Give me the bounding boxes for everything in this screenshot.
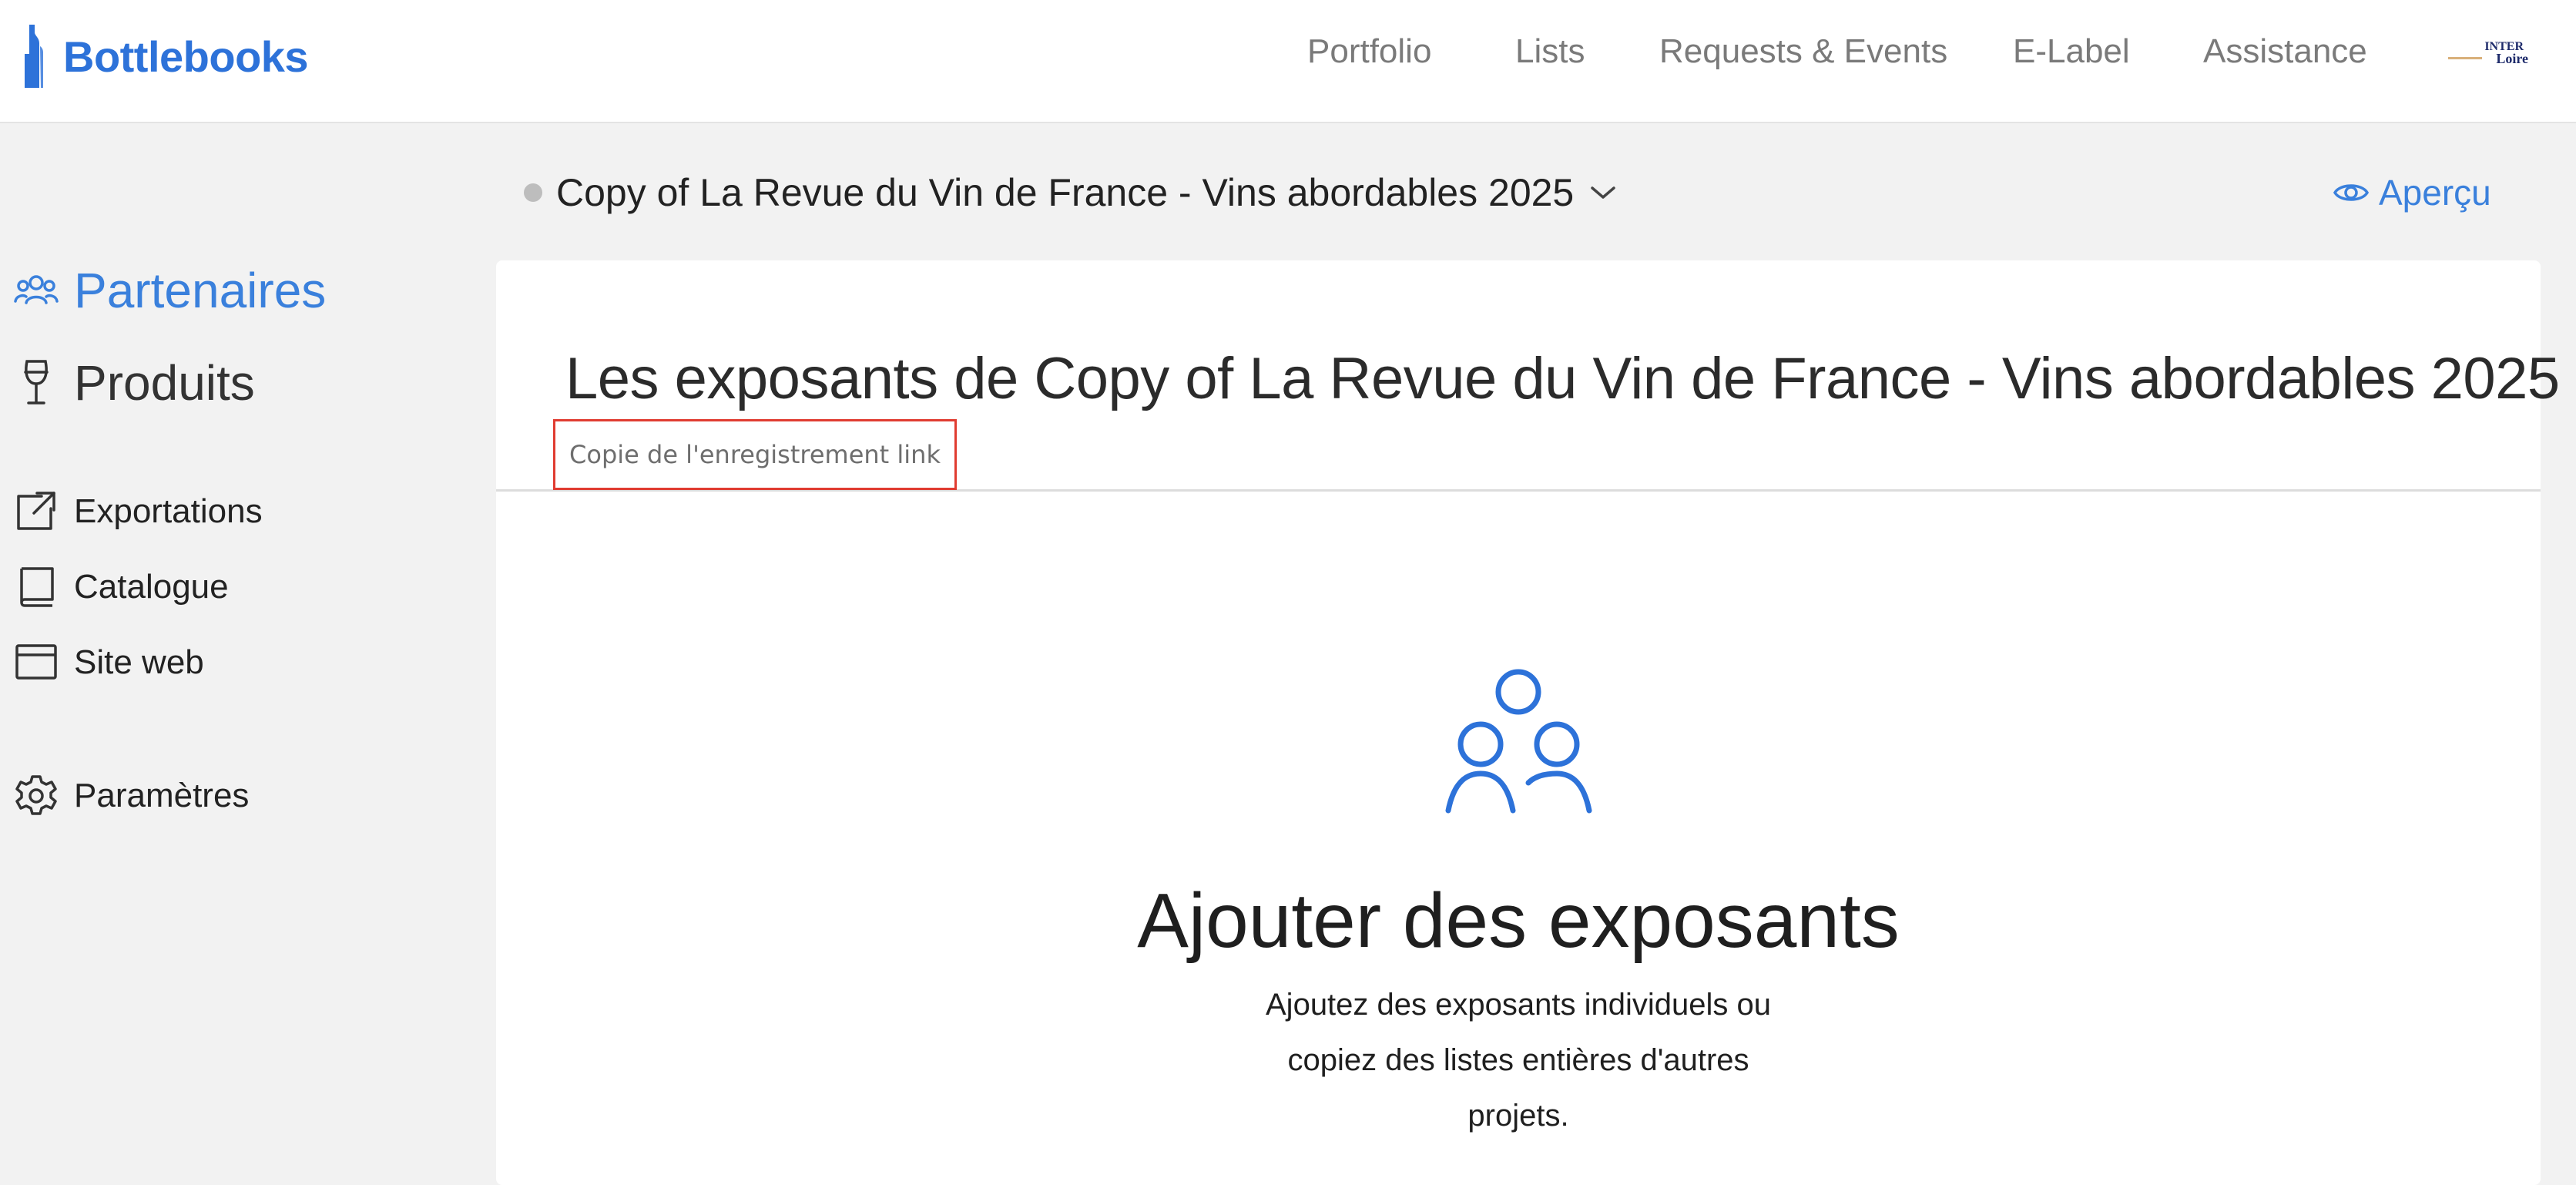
org-logo-line2: Loire [2496, 51, 2528, 66]
sidebar-item-label: Paramètres [74, 777, 250, 814]
exhibitors-group-icon [1445, 669, 1592, 814]
preview-button[interactable]: Aperçu [2333, 168, 2491, 217]
page-title: Les exposants de Copy of La Revue du Vin… [565, 346, 2560, 411]
card-header: Les exposants de Copy of La Revue du Vin… [496, 260, 2560, 492]
sidebar-item-label: Partenaires [74, 263, 327, 318]
exhibitors-card: Les exposants de Copy of La Revue du Vin… [496, 260, 2560, 1185]
empty-state-title: Ajouter des exposants [1137, 878, 1900, 964]
nav-assistance[interactable]: Assistance [2203, 32, 2367, 71]
logo-accent-line [2448, 57, 2482, 59]
gear-icon [15, 775, 57, 815]
bottle-logo-icon [25, 25, 43, 88]
sidebar-item-label: Produits [74, 355, 255, 411]
external-link-icon [17, 492, 55, 530]
top-navigation-bar: Bottlebooks Portfolio Lists Requests & E… [0, 0, 2576, 123]
brand-logo[interactable]: Bottlebooks [23, 22, 309, 91]
sidebar-item-label: Exportations [74, 492, 263, 530]
book-icon [20, 567, 54, 607]
brand-name: Bottlebooks [63, 32, 309, 81]
sidebar-item-label: Site web [74, 643, 204, 681]
nav-lists[interactable]: Lists [1515, 32, 1585, 71]
nav-e-label[interactable]: E-Label [2013, 32, 2130, 71]
project-selector[interactable]: Copy of La Revue du Vin de France - Vins… [524, 168, 1617, 217]
eye-icon [2333, 184, 2370, 201]
sidebar-item-catalogue[interactable]: Catalogue [14, 566, 229, 609]
empty-state-description: Ajoutez des exposants individuels ou cop… [1266, 988, 1771, 1133]
browser-window-icon [15, 644, 57, 680]
nav-portfolio[interactable]: Portfolio [1307, 32, 1431, 71]
sidebar-item-exportations[interactable]: Exportations [14, 490, 263, 533]
wine-glass-icon [24, 360, 49, 405]
chevron-down-icon [1591, 186, 1615, 199]
sidebar-item-site-web[interactable]: Site web [14, 641, 204, 684]
people-icon [14, 275, 59, 304]
nav-requests-events[interactable]: Requests & Events [1659, 32, 1947, 71]
project-title: Copy of La Revue du Vin de France - Vins… [556, 171, 1575, 214]
copy-registration-link-button[interactable]: Copie de l'enregistrement link [553, 419, 957, 490]
organization-logo[interactable]: INTER Loire [2448, 40, 2528, 68]
sidebar-item-partenaires[interactable]: Partenaires [14, 262, 326, 319]
sidebar-item-parametres[interactable]: Paramètres [14, 774, 249, 818]
sidebar-item-label: Catalogue [74, 568, 229, 606]
preview-label: Aperçu [2379, 173, 2491, 213]
project-status-dot [524, 183, 542, 202]
sidebar-item-produits[interactable]: Produits [14, 354, 255, 411]
